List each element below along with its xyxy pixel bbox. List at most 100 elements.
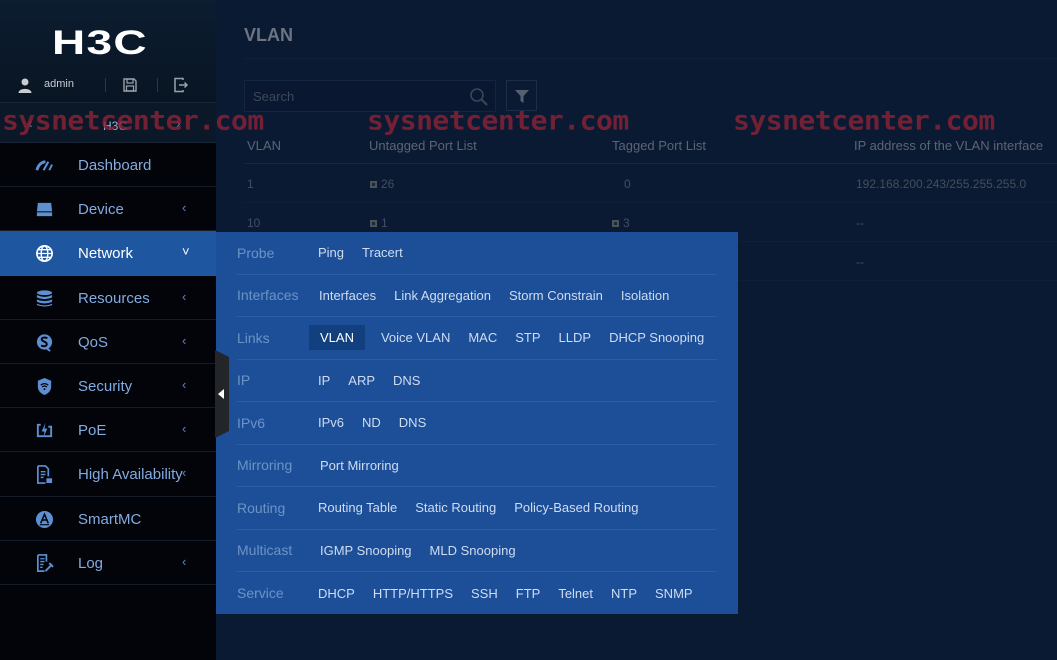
sidebar-nav: Dashboard Device ‹ Network ˅ Resources ‹… bbox=[0, 143, 216, 585]
cell-untagged-count: 26 bbox=[381, 177, 395, 191]
drive-icon bbox=[36, 203, 53, 217]
menu-link-arp[interactable]: ARP bbox=[339, 368, 384, 393]
menu-link-mac[interactable]: MAC bbox=[459, 325, 506, 350]
menu-link-vlan[interactable]: VLAN bbox=[309, 325, 365, 351]
sidebar-item-smartmc[interactable]: SmartMC bbox=[0, 497, 216, 541]
sidebar-item-label: High Availability bbox=[78, 466, 183, 484]
sidebar-item-qos[interactable]: QoS ‹ bbox=[0, 320, 216, 364]
menu-row-mirroring: Mirroring Port Mirroring bbox=[237, 445, 717, 487]
sidebar-item-poe[interactable]: PoE ‹ bbox=[0, 408, 216, 453]
menu-link-ftp[interactable]: FTP bbox=[507, 581, 550, 606]
menu-link-dhcp[interactable]: DHCP bbox=[309, 581, 364, 606]
filter-icon bbox=[515, 90, 529, 103]
cell-tagged: 0 bbox=[624, 177, 631, 191]
menu-link-igmp-snooping[interactable]: IGMP Snooping bbox=[311, 538, 421, 563]
search-icon[interactable] bbox=[469, 87, 489, 107]
menu-link-link-aggregation[interactable]: Link Aggregation bbox=[385, 283, 500, 308]
expand-icon[interactable] bbox=[370, 219, 377, 227]
menu-link-mld-snooping[interactable]: MLD Snooping bbox=[421, 538, 525, 563]
sidebar-item-label: Dashboard bbox=[78, 157, 152, 174]
chevron-left-icon: ‹ bbox=[182, 376, 187, 392]
cell-tagged-count: 3 bbox=[623, 216, 630, 230]
switcher-prev-button[interactable]: ‹ bbox=[28, 115, 33, 131]
log-edit-icon bbox=[36, 553, 54, 572]
menu-category: Interfaces bbox=[237, 287, 299, 304]
switcher-next-button[interactable]: › bbox=[176, 115, 181, 131]
sidebar-collapse-handle[interactable] bbox=[215, 350, 229, 438]
menu-link-tracert[interactable]: Tracert bbox=[353, 240, 412, 265]
sidebar-item-high-availability[interactable]: High Availability ‹ bbox=[0, 452, 216, 497]
power-bolt-icon bbox=[36, 423, 53, 438]
sidebar-item-log[interactable]: Log ‹ bbox=[0, 541, 216, 585]
switcher-label: H3C bbox=[103, 119, 128, 133]
sidebar-item-resources[interactable]: Resources ‹ bbox=[0, 276, 216, 320]
column-header-tagged[interactable]: Tagged Port List bbox=[612, 138, 706, 153]
menu-link-http-https[interactable]: HTTP/HTTPS bbox=[364, 581, 462, 606]
sidebar-item-dashboard[interactable]: Dashboard bbox=[0, 143, 216, 188]
cell-untagged: 26 bbox=[370, 177, 394, 191]
user-icon bbox=[18, 78, 32, 93]
cell-ip: -- bbox=[856, 216, 864, 230]
menu-link-dns[interactable]: DNS bbox=[384, 368, 429, 393]
menu-row-ip: IP IP ARP DNS bbox=[237, 360, 717, 402]
chevron-down-icon: ˅ bbox=[182, 244, 190, 260]
chevron-left-icon: ‹ bbox=[182, 421, 187, 437]
menu-link-snmp[interactable]: SNMP bbox=[646, 581, 702, 606]
menu-link-policy-based-routing[interactable]: Policy-Based Routing bbox=[505, 495, 647, 520]
menu-link-nd[interactable]: ND bbox=[353, 410, 390, 435]
menu-link-ip[interactable]: IP bbox=[309, 368, 339, 393]
search-input[interactable] bbox=[253, 89, 463, 104]
column-header-untagged[interactable]: Untagged Port List bbox=[369, 138, 477, 153]
chevron-left-icon: ‹ bbox=[182, 288, 187, 304]
menu-link-telnet[interactable]: Telnet bbox=[549, 581, 602, 606]
divider bbox=[105, 78, 106, 92]
table-header: VLAN Untagged Port List Tagged Port List… bbox=[244, 126, 1057, 164]
menu-category: IPv6 bbox=[237, 414, 266, 431]
table-row[interactable]: 1 26 0 192.168.200.243/255.255.255.0 bbox=[244, 164, 1057, 203]
menu-link-ping[interactable]: Ping bbox=[309, 240, 353, 265]
sidebar-item-device[interactable]: Device ‹ bbox=[0, 187, 216, 232]
qos-icon bbox=[36, 334, 53, 352]
save-icon[interactable] bbox=[122, 77, 138, 93]
menu-link-routing-table[interactable]: Routing Table bbox=[309, 495, 406, 520]
menu-link-static-routing[interactable]: Static Routing bbox=[406, 495, 505, 520]
menu-link-port-mirroring[interactable]: Port Mirroring bbox=[311, 453, 408, 478]
collapse-arrow-icon bbox=[218, 389, 224, 399]
expand-icon[interactable] bbox=[370, 180, 377, 188]
sidebar-item-label: QoS bbox=[78, 333, 109, 351]
column-header-vlan[interactable]: VLAN bbox=[247, 138, 281, 153]
sidebar-item-label: PoE bbox=[78, 422, 107, 440]
brand-header: H3C admin bbox=[0, 0, 216, 103]
chevron-left-icon: ‹ bbox=[182, 200, 187, 216]
menu-category: IP bbox=[237, 372, 251, 389]
cell-tagged: 3 bbox=[612, 216, 630, 230]
sidebar: H3C admin ‹ H3C › Dashboard Device ‹ Net… bbox=[0, 0, 216, 660]
column-header-ip[interactable]: IP address of the VLAN interface bbox=[854, 138, 1043, 153]
chevron-left-icon: ‹ bbox=[182, 465, 187, 481]
menu-link-voice-vlan[interactable]: Voice VLAN bbox=[372, 325, 459, 350]
sidebar-item-network[interactable]: Network ˅ bbox=[0, 231, 216, 276]
h3c-logo: H3C bbox=[52, 24, 148, 62]
menu-category: Mirroring bbox=[237, 457, 293, 474]
menu-link-ssh[interactable]: SSH bbox=[462, 581, 507, 606]
menu-link-storm-constrain[interactable]: Storm Constrain bbox=[500, 283, 612, 308]
menu-link-ipv6[interactable]: IPv6 bbox=[309, 410, 353, 435]
username[interactable]: admin bbox=[44, 78, 74, 90]
expand-icon[interactable] bbox=[612, 219, 619, 227]
menu-link-interfaces[interactable]: Interfaces bbox=[310, 283, 385, 308]
menu-category: Links bbox=[237, 329, 270, 346]
logout-icon[interactable] bbox=[173, 77, 189, 93]
smartmc-icon bbox=[35, 510, 54, 528]
menu-link-dhcp-snooping[interactable]: DHCP Snooping bbox=[600, 325, 713, 350]
menu-link-dns-v6[interactable]: DNS bbox=[390, 410, 435, 435]
filter-button[interactable] bbox=[506, 80, 537, 111]
app-root: H3C admin ‹ H3C › Dashboard Device ‹ Net… bbox=[0, 0, 1057, 660]
menu-link-lldp[interactable]: LLDP bbox=[550, 325, 601, 350]
menu-link-stp[interactable]: STP bbox=[506, 325, 549, 350]
menu-link-ntp[interactable]: NTP bbox=[602, 581, 646, 606]
sidebar-item-security[interactable]: Security ‹ bbox=[0, 364, 216, 409]
menu-link-isolation[interactable]: Isolation bbox=[612, 283, 678, 308]
sidebar-item-label: Network bbox=[78, 245, 134, 263]
cell-vlan: 1 bbox=[247, 177, 254, 191]
sidebar-item-label: Log bbox=[78, 554, 104, 572]
